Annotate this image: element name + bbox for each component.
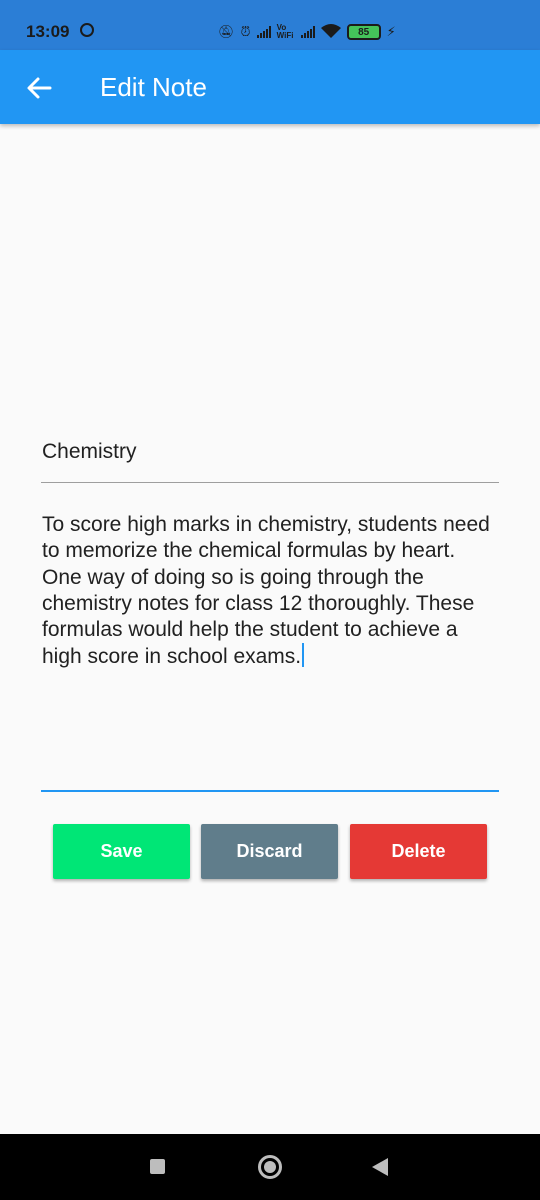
discard-button[interactable]: Discard — [201, 824, 338, 879]
note-body-text: To score high marks in chemistry, studen… — [42, 512, 500, 671]
signal-icon — [256, 26, 271, 38]
status-time: 13:09 — [26, 22, 70, 41]
save-button[interactable]: Save — [53, 824, 190, 879]
alarm-icon: ⏰︎ — [240, 24, 251, 39]
text-cursor — [302, 643, 305, 668]
arrow-left-icon[interactable] — [26, 75, 52, 101]
delete-button[interactable]: Delete — [350, 824, 487, 879]
home-circle-icon[interactable] — [258, 1155, 282, 1179]
status-icons: 🔕︎ ⏰︎ Vo WiFi 85 ⚡︎ — [218, 20, 396, 44]
signal-2-icon — [300, 26, 315, 38]
navigation-bar — [0, 1134, 540, 1200]
mute-bell-icon: 🔕︎ — [218, 24, 235, 39]
charging-icon: ⚡︎ — [386, 24, 396, 39]
recents-square-icon[interactable] — [150, 1159, 165, 1174]
note-body-value: To score high marks in chemistry, studen… — [42, 513, 496, 669]
battery-icon: 85 — [346, 24, 381, 40]
wifi-icon — [320, 23, 341, 42]
note-title-input[interactable] — [41, 430, 499, 483]
page-title: Edit Note — [100, 72, 207, 102]
data-saver-icon — [80, 23, 94, 37]
back-triangle-icon[interactable] — [372, 1158, 388, 1176]
vowifi-icon: Vo WiFi — [276, 23, 294, 40]
app-bar: Edit Note — [0, 50, 540, 124]
